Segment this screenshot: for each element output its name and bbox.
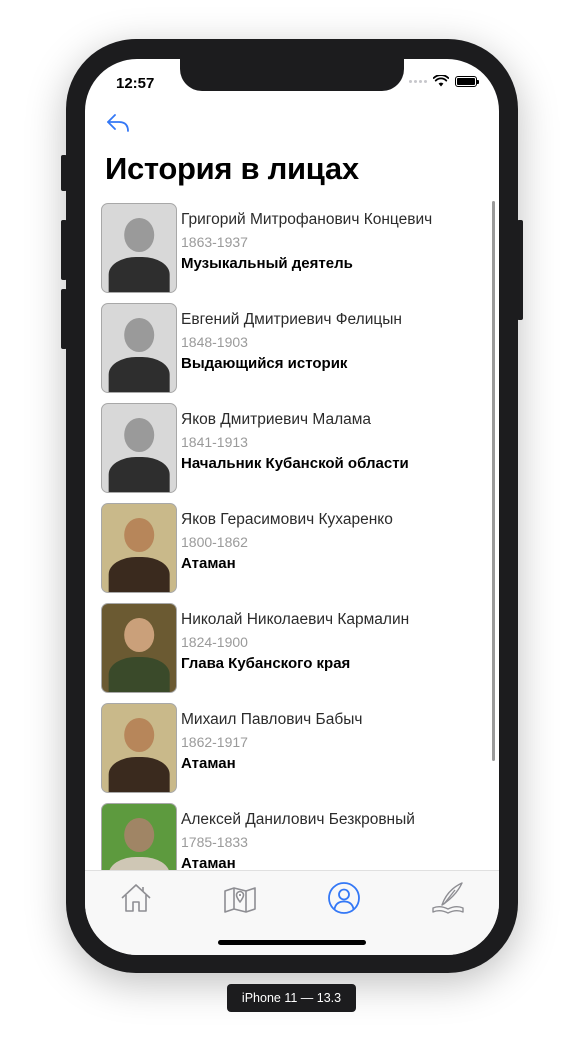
portrait-face (124, 718, 154, 752)
person-name: Алексей Данилович Безкровный (181, 811, 415, 828)
portrait-body (108, 756, 170, 792)
volume-up-button (61, 220, 67, 280)
wifi-icon (433, 75, 449, 87)
notch (180, 59, 404, 91)
person-role: Атаман (181, 755, 236, 772)
portrait-image (101, 203, 177, 293)
portrait-body (108, 856, 170, 870)
page-title: История в лицах (105, 151, 359, 186)
person-role: Атаман (181, 855, 236, 870)
signal-dots-icon (409, 79, 427, 83)
person-name: Николай Николаевич Кармалин (181, 611, 410, 628)
person-circle-icon (328, 882, 360, 914)
portrait-body (108, 256, 170, 292)
person-role: Выдающийся историк (181, 355, 348, 372)
tab-home[interactable] (118, 881, 154, 915)
portrait-image (101, 603, 177, 693)
portrait-body (108, 656, 170, 692)
person-years: 1863-1937 (181, 234, 248, 250)
status-time: 12:57 (116, 75, 155, 92)
portrait-image (101, 803, 177, 870)
person-info: Григорий Митрофанович Концевич 1863-1937 М… (181, 210, 481, 274)
person-years: 1848-1903 (181, 334, 248, 350)
person-info: Евгений Дмитриевич Фелицын 1848-1903 Выдаю… (181, 310, 481, 374)
portrait-body (108, 356, 170, 392)
person-years: 1800-1862 (181, 534, 248, 550)
home-icon (121, 884, 151, 912)
scrollbar[interactable] (492, 201, 495, 761)
person-role: Музыкальный деятель (181, 255, 353, 272)
volume-down-button (61, 289, 67, 349)
back-arrow-icon[interactable] (105, 111, 133, 135)
map-pin-icon (224, 887, 256, 913)
screen: 12:57 История в лицах Григорий Митрофано… (85, 59, 499, 955)
person-years: 1841-1913 (181, 434, 248, 450)
person-row[interactable]: Михаил Павлович Бабыч 1862-1917 Атаман (101, 701, 481, 801)
person-years: 1862-1917 (181, 734, 248, 750)
person-info: Яков Дмитриевич Малама 1841-1913 Начальник… (181, 410, 481, 474)
person-row[interactable]: Евгений Дмитриевич Фелицын 1848-1903 Выдаю… (101, 301, 481, 401)
silent-switch (61, 155, 67, 191)
person-name: Евгений Дмитриевич Фелицын (181, 311, 402, 328)
portrait-face (124, 818, 154, 852)
person-role: Начальник Кубанской области (181, 455, 409, 472)
portrait-image (101, 403, 177, 493)
portrait-image (101, 303, 177, 393)
tab-people[interactable] (326, 881, 362, 915)
battery-icon (455, 75, 479, 87)
portrait-face (124, 218, 154, 252)
status-indicators (409, 75, 479, 87)
power-button (517, 220, 523, 320)
home-indicator[interactable] (218, 940, 366, 945)
person-row[interactable]: Николай Николаевич Кармалин 1824-1900 Глав… (101, 601, 481, 701)
person-name: Михаил Павлович Бабыч (181, 711, 363, 728)
person-role: Атаман (181, 555, 236, 572)
portrait-face (124, 418, 154, 452)
person-info: Алексей Данилович Безкровный 1785-1833 Ата… (181, 810, 481, 870)
portrait-face (124, 518, 154, 552)
person-name: Яков Дмитриевич Малама (181, 411, 372, 428)
tab-map[interactable] (222, 881, 258, 915)
person-years: 1785-1833 (181, 834, 248, 850)
person-name: Яков Герасимович Кухаренко (181, 511, 393, 528)
person-role: Глава Кубанского края (181, 655, 351, 672)
tab-literature[interactable] (430, 881, 466, 915)
portrait-body (108, 556, 170, 592)
person-row[interactable]: Яков Дмитриевич Малама 1841-1913 Начальник… (101, 401, 481, 501)
device-caption: iPhone 11 — 13.3 (227, 984, 356, 1012)
portrait-image (101, 703, 177, 793)
person-years: 1824-1900 (181, 634, 248, 650)
person-row[interactable]: Григорий Митрофанович Концевич 1863-1937 М… (101, 201, 481, 301)
person-name: Григорий Митрофанович Концевич (181, 211, 433, 228)
person-info: Михаил Павлович Бабыч 1862-1917 Атаман (181, 710, 481, 774)
person-info: Николай Николаевич Кармалин 1824-1900 Глав… (181, 610, 481, 674)
person-row[interactable]: Алексей Данилович Безкровный 1785-1833 Ата… (101, 801, 481, 870)
people-list[interactable]: Григорий Митрофанович Концевич 1863-1937 М… (101, 201, 481, 870)
portrait-body (108, 456, 170, 492)
person-info: Яков Герасимович Кухаренко 1800-1862 Атама… (181, 510, 481, 574)
person-row[interactable]: Яков Герасимович Кухаренко 1800-1862 Атама… (101, 501, 481, 601)
portrait-face (124, 618, 154, 652)
portrait-image (101, 503, 177, 593)
quill-book-icon (432, 882, 464, 914)
portrait-face (124, 318, 154, 352)
